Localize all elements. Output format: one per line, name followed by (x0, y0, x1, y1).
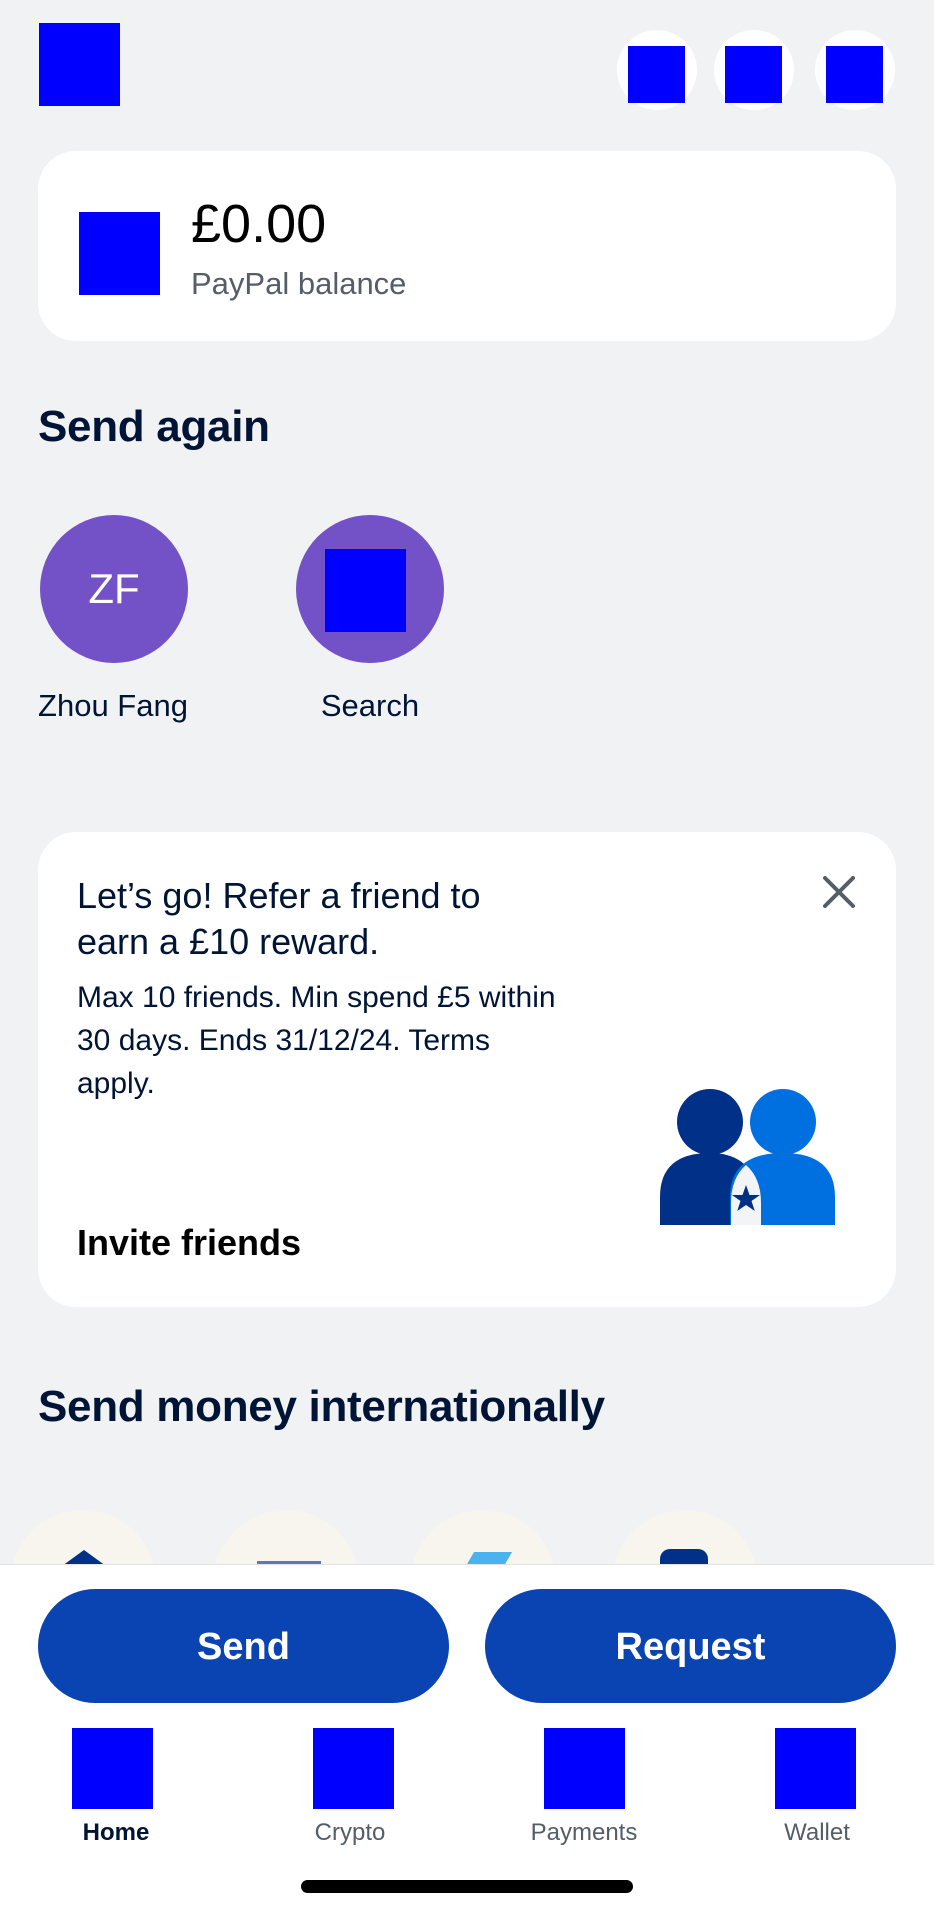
nav-home-label[interactable]: Home (16, 1819, 216, 1847)
promo-title: Let’s go! Refer a friend to earn a £10 r… (77, 875, 481, 962)
friends-illustration (660, 1089, 835, 1225)
paypal-balance-icon (79, 212, 160, 295)
referral-promo-card[interactable]: Let’s go! Refer a friend to earn a £10 r… (38, 832, 896, 1307)
balance-amount: £0.00 (191, 194, 327, 254)
wallet-icon[interactable] (775, 1728, 856, 1809)
send-button[interactable]: Send (38, 1589, 449, 1703)
profile-icon (826, 46, 883, 103)
notifications-button[interactable] (617, 30, 697, 110)
promo-body: Max 10 friends. Min spend £5 within 30 d… (77, 981, 556, 1100)
search-contact-button[interactable] (296, 515, 444, 663)
scan-button[interactable] (714, 30, 794, 110)
balance-label: PayPal balance (191, 266, 407, 301)
home-icon[interactable] (72, 1728, 153, 1809)
avatar-initials: ZF (88, 565, 140, 612)
home-indicator[interactable] (301, 1880, 633, 1893)
payments-icon[interactable] (544, 1728, 625, 1809)
logo-icon (39, 23, 120, 106)
nav-wallet-label[interactable]: Wallet (717, 1819, 917, 1847)
profile-button[interactable] (815, 30, 895, 110)
search-label[interactable]: Search (260, 688, 480, 724)
crypto-icon[interactable] (313, 1728, 394, 1809)
invite-friends-link[interactable]: Invite friends (77, 1222, 301, 1264)
notifications-icon (628, 46, 685, 103)
bottom-action-panel: Send Request Home Crypto Payments Wallet (0, 1564, 934, 1917)
request-button[interactable]: Request (485, 1589, 896, 1703)
contact-name[interactable]: Zhou Fang (3, 688, 223, 724)
nav-crypto-label[interactable]: Crypto (250, 1819, 450, 1847)
contact-avatar-zhou-fang[interactable]: ZF (40, 515, 188, 663)
international-title: Send money internationally (38, 1382, 605, 1431)
balance-card[interactable]: £0.00 PayPal balance (38, 151, 896, 341)
nav-payments-label[interactable]: Payments (484, 1819, 684, 1847)
search-icon (325, 549, 406, 632)
close-icon[interactable] (822, 875, 856, 909)
scan-icon (725, 46, 782, 103)
send-again-title: Send again (38, 402, 270, 451)
